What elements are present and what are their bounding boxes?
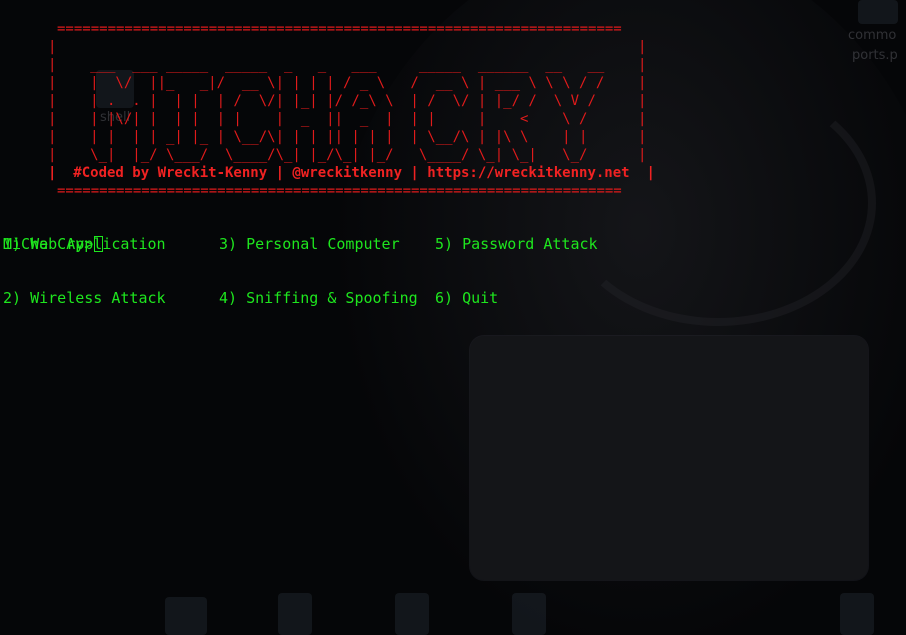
banner-art-line: | | | | | _| |_ | \__/\| | | || | | | | … xyxy=(48,129,647,145)
text-cursor[interactable] xyxy=(94,236,104,252)
banner-bottom-border: ========================================… xyxy=(57,183,622,199)
menu-row: 2) Wireless Attack 4) Sniffing & Spoofin… xyxy=(0,289,498,307)
attack-menu: 1) Web Application 3) Personal Computer … xyxy=(0,199,598,343)
banner-art-line: | | . . | | | | / \/| |_| |/ /_\ \ | / \… xyxy=(48,93,647,109)
terminal-window[interactable]: ========================================… xyxy=(0,0,906,635)
menu-item-wireless-attack: 2) Wireless Attack xyxy=(3,289,166,307)
ascii-banner: ========================================… xyxy=(0,20,655,200)
menu-item-sniffing-spoofing: 4) Sniffing & Spoofing xyxy=(219,289,418,307)
banner-credit-line: | #Coded by Wreckit-Kenny | @wreckitkenn… xyxy=(48,165,655,181)
menu-item-password-attack: 5) Password Attack xyxy=(435,235,598,253)
menu-item-quit: 6) Quit xyxy=(435,289,499,307)
banner-art-line: | | |\/| | | | | | | _ || _ | | | | < \ … xyxy=(48,111,647,127)
banner-art-line: | | \/ ||_ _|/ __ \| | | | / _ \ / __ \ … xyxy=(48,75,647,91)
banner-art-line: | ___ ___ _____ _____ _ _ ___ _____ ____… xyxy=(48,57,647,73)
banner-top-border: ========================================… xyxy=(57,21,622,37)
banner-art-line: | \_| |_/ \___/ \____/\_| |_/\_| |_/ \__… xyxy=(48,147,647,163)
prompt-label: MiCha Cry> xyxy=(3,235,94,253)
banner-art-line: | | xyxy=(48,39,647,55)
command-prompt[interactable]: MiCha Cry> xyxy=(3,235,104,253)
menu-item-personal-computer: 3) Personal Computer xyxy=(219,235,400,253)
